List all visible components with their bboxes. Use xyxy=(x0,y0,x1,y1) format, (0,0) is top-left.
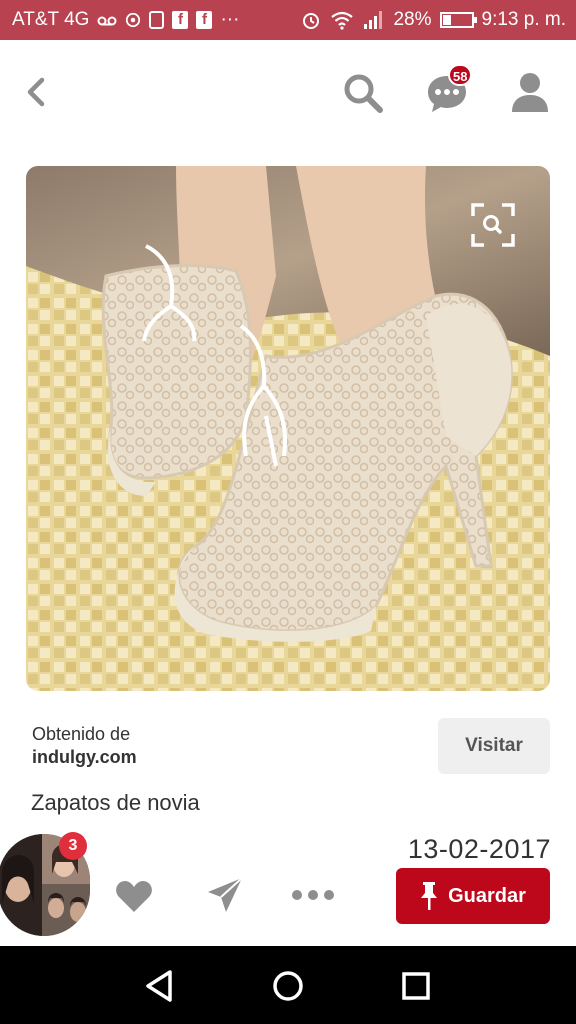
home-circle-icon[interactable] xyxy=(270,968,306,1004)
back-triangle-icon[interactable] xyxy=(142,968,178,1004)
search-icon[interactable] xyxy=(340,70,386,116)
facebook-icon: f xyxy=(196,11,213,29)
pin-date: 13-02-2017 xyxy=(407,834,551,864)
avatar-badge: 3 xyxy=(59,832,87,860)
location-icon xyxy=(126,12,141,28)
profile-icon[interactable] xyxy=(506,70,554,114)
back-arrow-icon[interactable] xyxy=(18,70,58,114)
source-label: Obtenido de xyxy=(32,724,131,744)
alarm-icon xyxy=(303,13,320,29)
source-domain-link[interactable]: indulgy.com xyxy=(32,747,137,768)
signal-icon xyxy=(364,11,383,29)
status-bar: AT&T 4G f f ··· 28% 9:13 p. m. xyxy=(0,0,576,40)
heart-icon[interactable] xyxy=(114,876,154,916)
more-dots-icon: ··· xyxy=(220,9,240,30)
voicemail-icon xyxy=(97,16,117,26)
wifi-icon xyxy=(331,11,354,30)
visit-label: Visitar xyxy=(465,735,523,756)
pin-image[interactable] xyxy=(26,166,550,691)
facebook-icon: f xyxy=(172,11,189,29)
recents-square-icon[interactable] xyxy=(398,968,434,1004)
pin-icon xyxy=(421,882,438,910)
sim-icon xyxy=(149,11,165,29)
status-left: AT&T 4G f f ··· xyxy=(12,0,239,40)
visit-button[interactable]: Visitar xyxy=(438,718,550,774)
system-nav-bar xyxy=(0,946,576,1024)
clock: 9:13 p. m. xyxy=(481,9,567,30)
save-label: Guardar xyxy=(448,884,526,907)
pin-title: Zapatos de novia xyxy=(31,790,200,815)
save-button[interactable]: Guardar xyxy=(396,868,550,924)
battery-icon xyxy=(439,12,477,28)
top-nav: 58 xyxy=(0,40,576,140)
more-icon[interactable] xyxy=(290,880,336,910)
battery-level xyxy=(442,15,451,25)
battery-percent: 28% xyxy=(393,9,432,30)
send-icon[interactable] xyxy=(204,874,246,916)
carrier-label: AT&T 4G xyxy=(12,9,90,30)
notification-badge: 58 xyxy=(448,64,473,86)
status-right: 28% 9:13 p. m. xyxy=(301,0,566,40)
visual-search-icon[interactable] xyxy=(470,202,516,248)
